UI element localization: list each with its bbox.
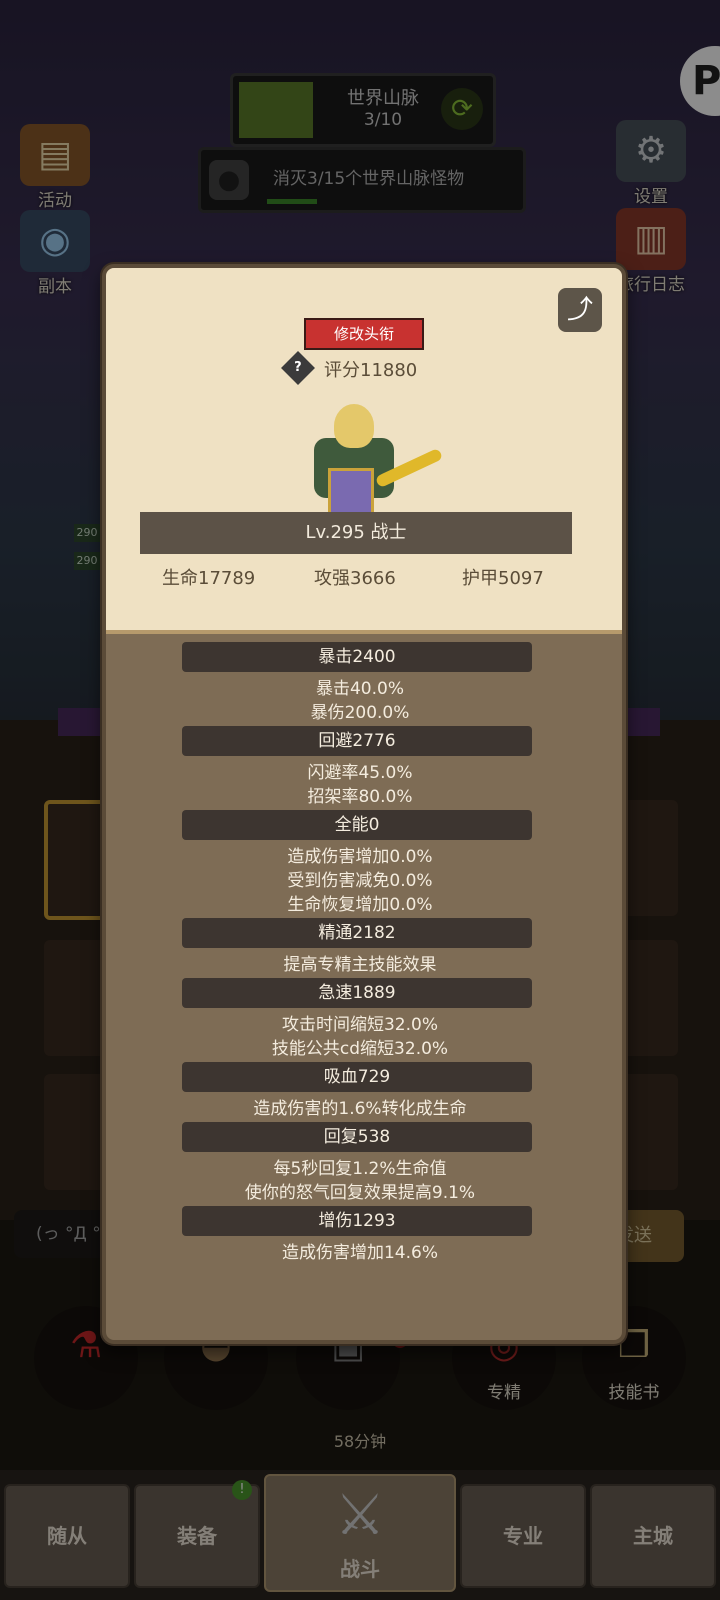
stat-detail: 招架率80.0% <box>307 787 413 807</box>
stat-detail: 攻击时间缩短32.0% <box>281 1015 438 1035</box>
stat-header-mastery: 精通2182 <box>182 918 532 948</box>
change-title-button[interactable]: 修改头衔 <box>304 318 424 350</box>
stat-detail: 提高专精主技能效果 <box>283 955 437 975</box>
profile-header: 修改头衔 ? 评分11880 ⤴ Lv.295 战士 生命17789 攻强366… <box>106 268 622 634</box>
stat-detail: 暴伤200.0% <box>310 703 410 723</box>
stat-header-versatility: 全能0 <box>182 810 532 840</box>
stat-detail: 使你的怒气回复效果提高9.1% <box>244 1183 476 1203</box>
help-icon[interactable]: ? <box>281 351 315 385</box>
attack-stat: 攻强3666 <box>314 568 396 589</box>
stat-detail: 技能公共cd缩短32.0% <box>271 1039 449 1059</box>
character-stats-modal: 修改头衔 ? 评分11880 ⤴ Lv.295 战士 生命17789 攻强366… <box>102 264 626 1344</box>
share-icon[interactable]: ⤴ <box>558 288 602 332</box>
stat-header-damage-boost: 增伤1293 <box>182 1206 532 1236</box>
stat-detail: 受到伤害减免0.0% <box>287 871 433 891</box>
stat-detail: 造成伤害增加0.0% <box>287 847 433 867</box>
stat-header-avoidance: 回避2776 <box>182 726 532 756</box>
hero-portrait <box>294 402 444 520</box>
stat-header-regen: 回复538 <box>182 1122 532 1152</box>
stat-header-crit: 暴击2400 <box>182 642 532 672</box>
stat-detail: 造成伤害增加14.6% <box>281 1243 438 1263</box>
stat-detail: 每5秒回复1.2%生命值 <box>273 1159 447 1179</box>
stat-header-haste: 急速1889 <box>182 978 532 1008</box>
stat-detail: 生命恢复增加0.0% <box>287 895 433 915</box>
stat-detail: 暴击40.0% <box>315 679 404 699</box>
score-text: 评分11880 <box>324 360 418 381</box>
stat-detail: 闪避率45.0% <box>307 763 413 783</box>
base-stats-row: 生命17789 攻强3666 护甲5097 <box>136 564 576 594</box>
stat-detail: 造成伤害的1.6%转化成生命 <box>253 1099 467 1119</box>
hp-stat: 生命17789 <box>162 568 256 589</box>
stat-header-lifesteal: 吸血729 <box>182 1062 532 1092</box>
armor-stat: 护甲5097 <box>462 568 544 589</box>
level-class-banner: Lv.295 战士 <box>140 512 572 554</box>
